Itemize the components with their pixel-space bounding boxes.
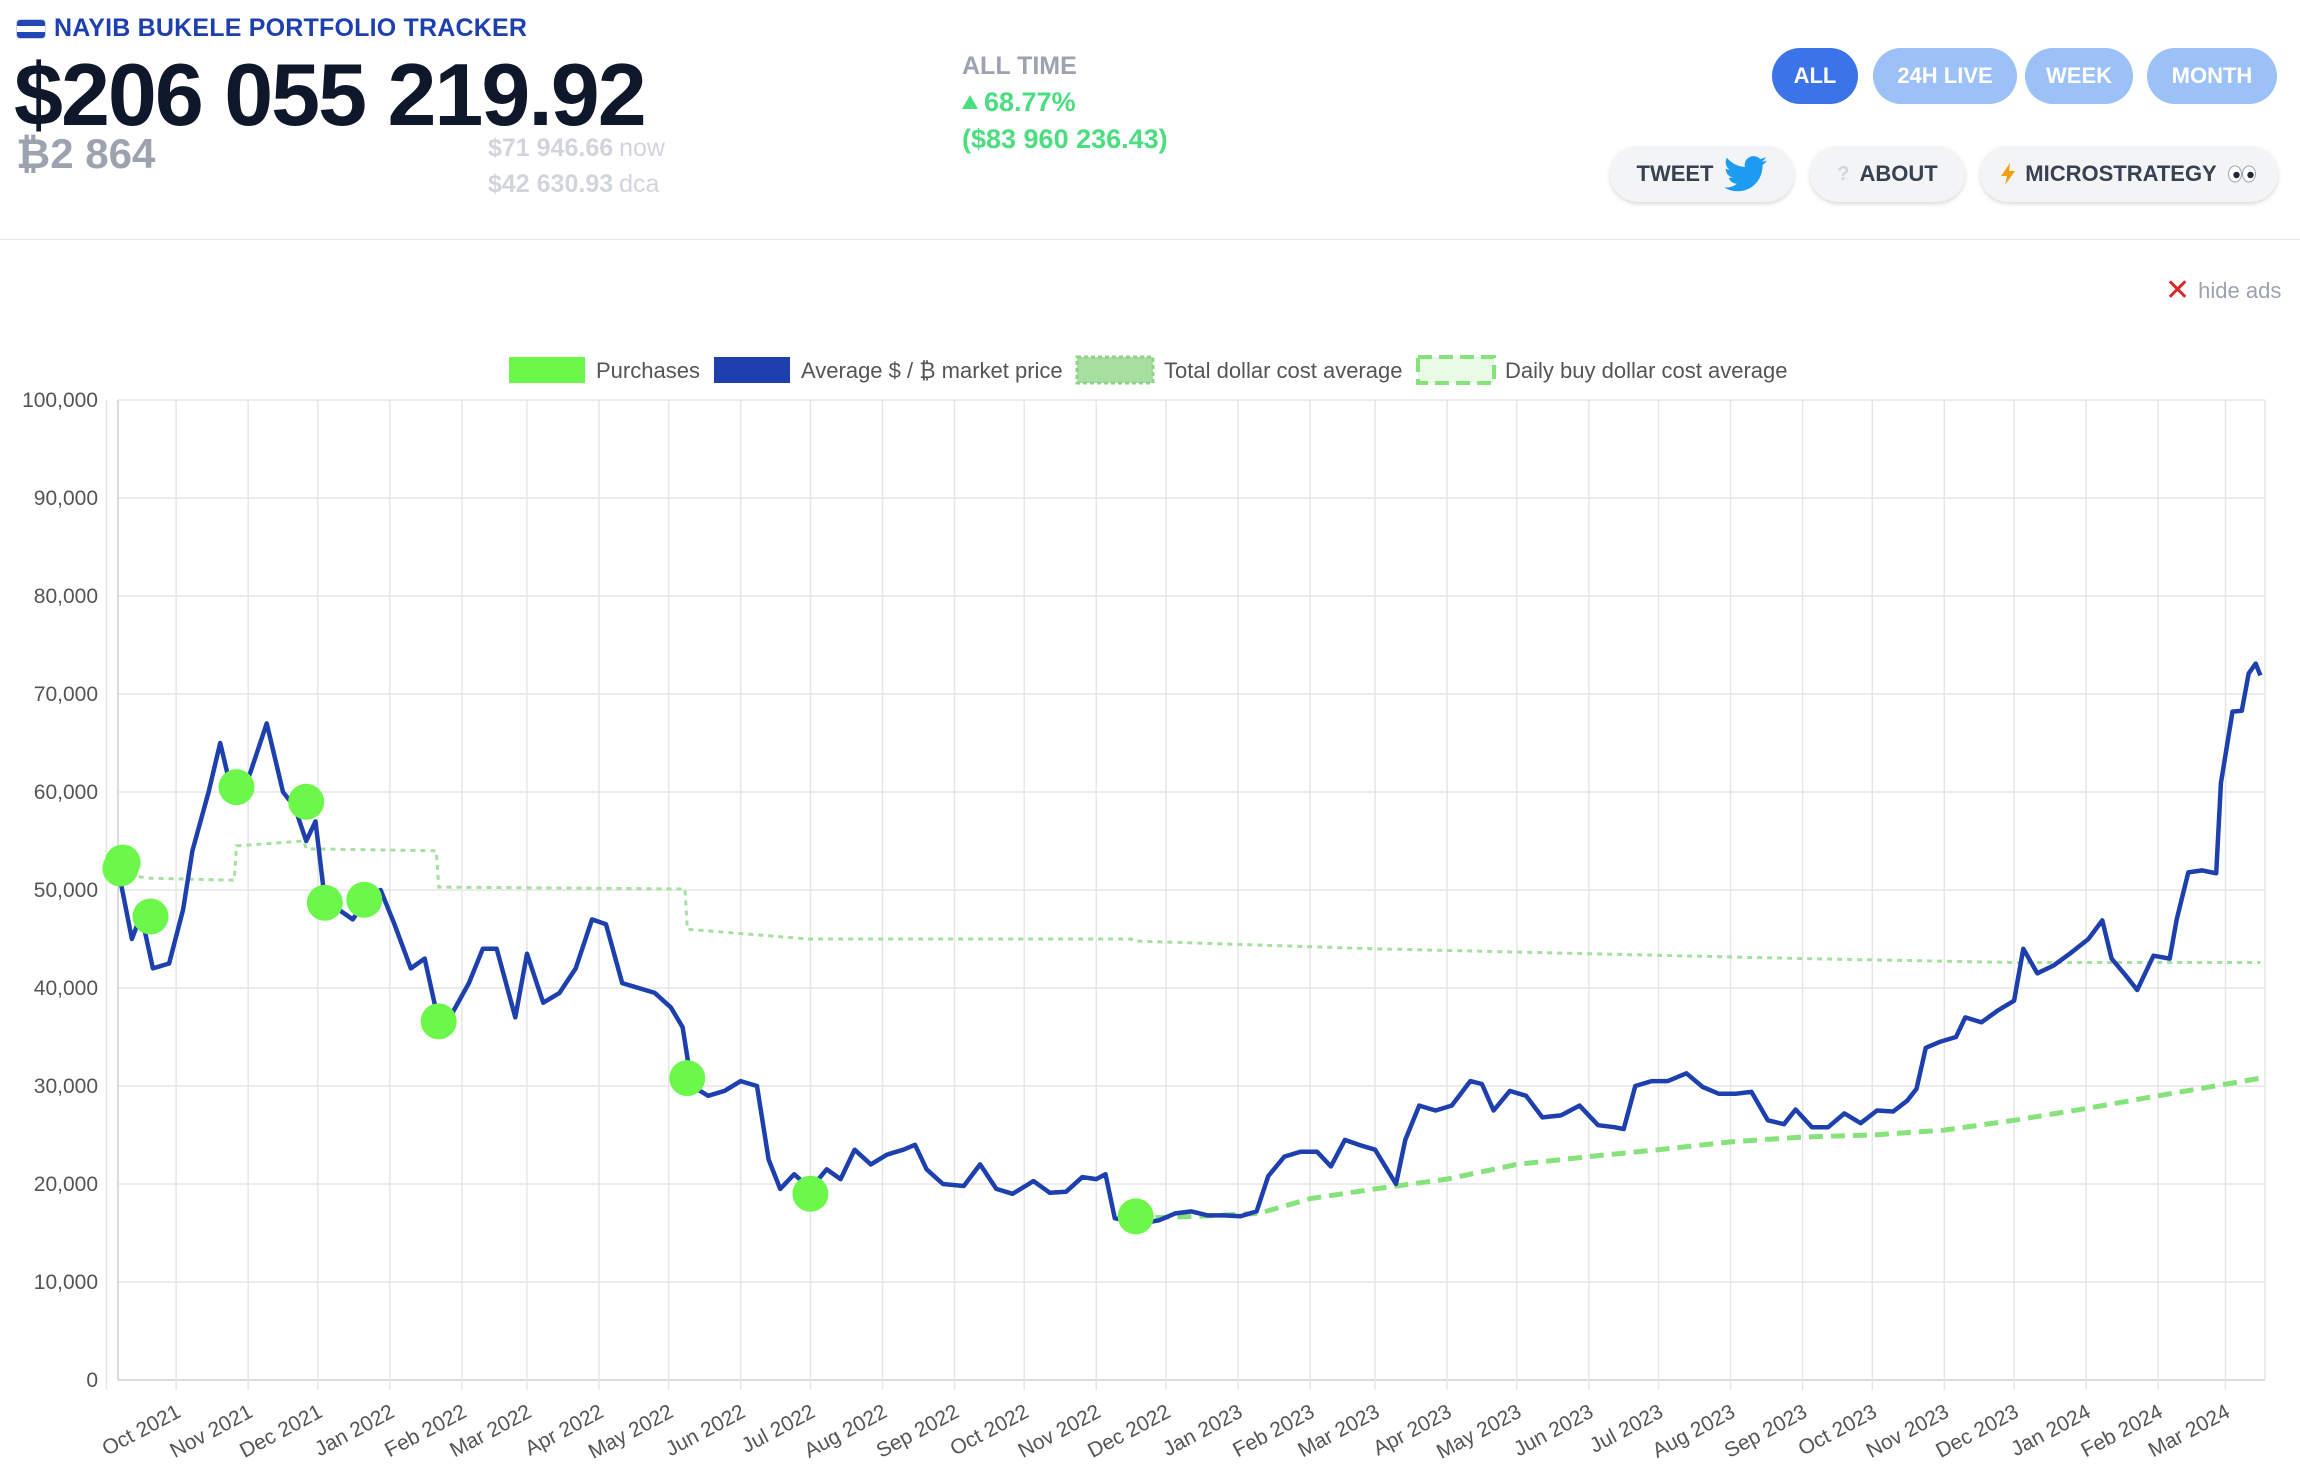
purchase-point bbox=[1117, 1198, 1154, 1235]
purchase-markers bbox=[102, 769, 1154, 1235]
dca-price-value: $42 630.93 bbox=[488, 170, 614, 198]
dca-price: $42 630.93 dca bbox=[488, 170, 659, 199]
x-tick-label: Jun 2022 bbox=[662, 1400, 749, 1461]
alltime-label: ALL TIME bbox=[962, 52, 1077, 80]
app-title: NAYIB BUKELE PORTFOLIO TRACKER bbox=[54, 14, 528, 42]
purchase-point bbox=[104, 844, 141, 881]
dca-price-unit: dca bbox=[619, 170, 660, 198]
y-tick-label: 30,000 bbox=[34, 1075, 98, 1098]
y-tick-label: 60,000 bbox=[34, 781, 98, 804]
y-tick-label: 20,000 bbox=[34, 1173, 98, 1196]
legend-label: Purchases bbox=[596, 358, 700, 383]
header: NAYIB BUKELE PORTFOLIO TRACKER $206 055 … bbox=[0, 0, 2300, 240]
tweet-button[interactable]: TWEET bbox=[1610, 146, 1794, 202]
x-tick-label: Sep 2022 bbox=[873, 1400, 963, 1463]
current-price: $71 946.66 now bbox=[488, 134, 665, 163]
microstrategy-button-label: MICROSTRATEGY bbox=[2025, 161, 2217, 186]
range-button-week[interactable]: WEEK bbox=[2025, 48, 2133, 104]
range-button-all[interactable]: ALL bbox=[1772, 48, 1858, 104]
series-total-dollar-cost-average bbox=[119, 839, 2261, 964]
up-triangle-icon bbox=[962, 95, 978, 109]
y-tick-label: 10,000 bbox=[34, 1271, 98, 1294]
y-tick-label: 70,000 bbox=[34, 683, 98, 706]
twitter-bird-icon bbox=[1723, 156, 1767, 192]
hide-ads-label: hide ads bbox=[2198, 278, 2282, 303]
alltime-percent-value: 68.77% bbox=[984, 87, 1076, 117]
purchase-point bbox=[792, 1175, 829, 1212]
purchase-point bbox=[306, 884, 343, 921]
purchase-point bbox=[669, 1060, 706, 1097]
el-salvador-flag-icon bbox=[16, 18, 46, 39]
x-tick-label: Jan 2022 bbox=[311, 1400, 398, 1461]
purchase-point bbox=[218, 769, 255, 806]
purchase-point bbox=[132, 898, 169, 935]
x-axis: Oct 2021Nov 2021Dec 2021Jan 2022Feb 2022… bbox=[98, 1400, 2234, 1464]
purchase-point bbox=[288, 783, 325, 820]
legend-label: Daily buy dollar cost average bbox=[1505, 358, 1787, 383]
brand: NAYIB BUKELE PORTFOLIO TRACKER bbox=[16, 14, 527, 43]
alltime-usd-change: ($83 960 236.43) bbox=[962, 124, 1168, 154]
legend-item: Purchases bbox=[509, 357, 700, 383]
range-button-month[interactable]: MONTH bbox=[2147, 48, 2277, 104]
chart-series bbox=[118, 661, 2263, 1226]
legend-item: Average $ / ₿ market price bbox=[714, 357, 1063, 383]
alltime-percent: 68.77% bbox=[962, 87, 1076, 118]
legend-label: Average $ / ₿ market price bbox=[801, 358, 1063, 383]
range-button-24h-live[interactable]: 24H LIVE bbox=[1873, 48, 2017, 104]
about-button[interactable]: ? ABOUT bbox=[1810, 146, 1965, 202]
purchase-point bbox=[420, 1003, 457, 1040]
purchase-point bbox=[346, 881, 383, 918]
current-price-unit: now bbox=[619, 134, 665, 162]
btc-holdings: ₿2 864 bbox=[16, 130, 156, 177]
series-daily-buy-dollar-cost-average bbox=[1133, 1075, 2261, 1221]
y-tick-label: 100,000 bbox=[22, 389, 98, 412]
legend-swatch-total-dca bbox=[1075, 355, 1155, 385]
legend-swatch-price bbox=[714, 357, 790, 383]
lightning-bolt-icon bbox=[2001, 163, 2016, 185]
y-tick-label: 50,000 bbox=[34, 879, 98, 902]
chart-legend: Purchases Average $ / ₿ market price Total… bbox=[509, 355, 1787, 385]
microstrategy-button[interactable]: MICROSTRATEGY bbox=[1980, 146, 2278, 202]
chart-grid bbox=[105, 399, 2266, 1390]
legend-swatch-purchases bbox=[509, 357, 585, 383]
x-tick-label: Aug 2023 bbox=[1649, 1400, 1739, 1463]
about-button-label: ABOUT bbox=[1859, 161, 1938, 186]
legend-item: Daily buy dollar cost average bbox=[1416, 355, 1787, 385]
legend-item: Total dollar cost average bbox=[1075, 355, 1402, 385]
y-tick-label: 90,000 bbox=[34, 487, 98, 510]
x-tick-label: Aug 2022 bbox=[801, 1400, 891, 1463]
eyes-icon bbox=[2227, 165, 2256, 183]
legend-swatch-daily-dca bbox=[1416, 355, 1496, 385]
x-tick-label: Sep 2023 bbox=[1721, 1400, 1811, 1463]
y-tick-label: 40,000 bbox=[34, 977, 98, 1000]
portfolio-chart: Purchases Average $ / ₿ market price Total… bbox=[22, 355, 2266, 1464]
current-price-value: $71 946.66 bbox=[488, 134, 614, 162]
y-tick-label: 80,000 bbox=[34, 585, 98, 608]
x-tick-label: Jun 2023 bbox=[1510, 1400, 1597, 1461]
question-mark-icon: ? bbox=[1837, 162, 1850, 185]
legend-label: Total dollar cost average bbox=[1164, 358, 1402, 383]
tweet-button-label: TWEET bbox=[1636, 161, 1714, 186]
y-axis: 0 10,000 20,000 30,000 40,000 50,000 60,000 70,… bbox=[22, 389, 98, 1392]
y-tick-label: 0 bbox=[86, 1369, 98, 1392]
x-tick-label: Jan 2023 bbox=[1159, 1400, 1246, 1461]
close-icon: ✕ bbox=[2165, 274, 2191, 307]
hide-ads-link[interactable]: ✕ hide ads bbox=[2165, 276, 2281, 306]
